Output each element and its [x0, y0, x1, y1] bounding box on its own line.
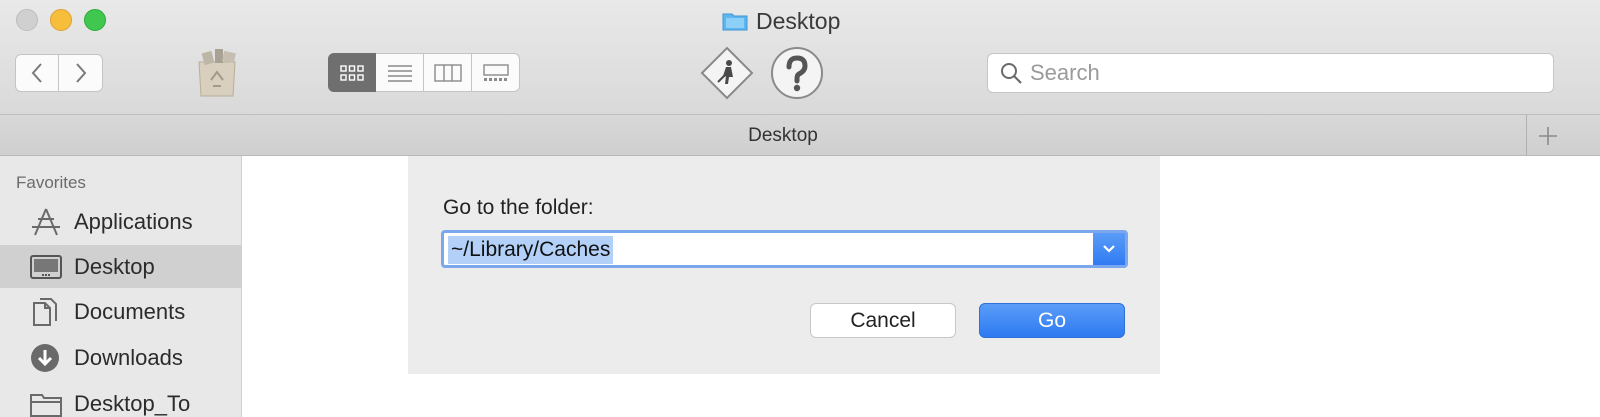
cancel-button[interactable]: Cancel — [810, 303, 956, 338]
go-to-folder-dialog: Go to the folder: ~/Library/Caches Cance… — [408, 156, 1160, 374]
sidebar-item-documents[interactable]: Documents — [0, 290, 241, 333]
icon-view-button[interactable] — [328, 53, 376, 92]
desktop-icon — [30, 254, 62, 279]
dialog-prompt: Go to the folder: — [443, 196, 594, 219]
window-title-area: Desktop — [722, 7, 840, 35]
icon-grid-icon — [340, 64, 364, 81]
gallery-view-button[interactable] — [472, 53, 520, 92]
downloads-icon — [31, 343, 59, 372]
sidebar: Favorites Applications Desktop Documents… — [0, 156, 242, 417]
documents-icon — [33, 297, 57, 326]
sidebar-item-desktop-to[interactable]: Desktop_To — [0, 382, 241, 417]
sidebar-item-applications[interactable]: Applications — [0, 200, 241, 243]
sidebar-heading-favorites: Favorites — [16, 173, 86, 192]
chevron-down-icon — [1103, 245, 1115, 253]
forward-button[interactable] — [59, 54, 103, 92]
close-window-button[interactable] — [16, 9, 38, 31]
chevron-right-icon — [75, 63, 86, 83]
sidebar-item-label: Downloads — [74, 344, 183, 370]
gallery-icon — [482, 63, 509, 81]
search-icon — [1001, 63, 1022, 84]
window-toolbar: Desktop Search — [0, 0, 1600, 115]
sidebar-item-downloads[interactable]: Downloads — [0, 336, 241, 379]
go-button[interactable]: Go — [979, 303, 1125, 338]
chevron-left-icon — [31, 63, 42, 83]
tab-bar: Desktop — [0, 115, 1600, 156]
help-icon[interactable] — [770, 46, 824, 100]
back-button[interactable] — [15, 54, 59, 92]
view-mode-group — [328, 53, 520, 92]
search-placeholder: Search — [1030, 60, 1100, 85]
window-title: Desktop — [756, 7, 841, 34]
columns-icon — [433, 63, 462, 82]
sidebar-item-label: Desktop — [74, 253, 155, 279]
folder-path-input[interactable]: ~/Library/Caches — [448, 236, 614, 264]
list-view-button[interactable] — [376, 53, 424, 92]
app-cleaner-icon[interactable] — [193, 46, 241, 98]
plus-icon — [1538, 126, 1557, 145]
new-tab-button[interactable] — [1526, 115, 1568, 156]
folder-icon — [722, 13, 748, 31]
sidebar-item-desktop[interactable]: Desktop — [0, 245, 241, 288]
search-field[interactable]: Search — [987, 53, 1554, 93]
cleaner-action-icon[interactable] — [700, 46, 754, 100]
sidebar-item-label: Desktop_To — [74, 390, 191, 416]
sidebar-item-label: Applications — [74, 208, 193, 234]
column-view-button[interactable] — [424, 53, 472, 92]
list-icon — [387, 64, 412, 82]
folder-path-combobox[interactable]: ~/Library/Caches — [441, 230, 1128, 268]
path-history-dropdown-button[interactable] — [1093, 233, 1125, 265]
sidebar-item-label: Documents — [74, 298, 186, 324]
applications-icon — [32, 208, 60, 235]
tab-desktop[interactable]: Desktop — [0, 115, 1566, 156]
zoom-window-button[interactable] — [84, 9, 106, 31]
minimize-window-button[interactable] — [50, 9, 72, 31]
folder-icon — [30, 393, 62, 417]
